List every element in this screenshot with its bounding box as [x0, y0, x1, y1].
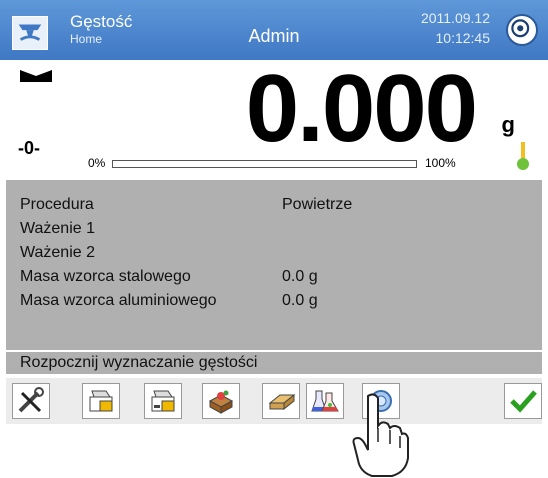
- status-message: Rozpocznij wyznaczanie gęstości: [6, 352, 542, 374]
- row-label: Procedura: [20, 196, 94, 213]
- balance-screen: Gęstość Home Admin 2011.09.12 10:12:45 0…: [0, 0, 548, 478]
- stability-icon: [20, 70, 52, 82]
- row-label: Ważenie 2: [20, 244, 95, 261]
- bar-min-label: 0%: [88, 156, 106, 170]
- header-bar: Gęstość Home Admin 2011.09.12 10:12:45: [0, 0, 548, 60]
- pointing-hand-icon: [352, 393, 409, 477]
- row-label: Masa wzorca aluminiowego: [20, 292, 217, 309]
- footer-print-button[interactable]: [144, 383, 182, 419]
- row-value: 0.0 g: [282, 292, 318, 309]
- zero-indicator: -0-: [18, 138, 40, 158]
- weighing-display: 0.000 g -0- 0% 100%: [0, 55, 548, 180]
- weight-unit: g: [501, 112, 515, 137]
- ok-button[interactable]: [504, 383, 542, 419]
- tools-icon: [18, 387, 44, 413]
- settings-button[interactable]: [12, 383, 50, 419]
- function-toolbar: [6, 378, 542, 424]
- flasks-icon: [311, 390, 339, 412]
- row-value: Powietrze: [282, 196, 353, 213]
- weight-value: 0.000: [245, 55, 478, 162]
- date-label: 2011.09.12: [420, 10, 490, 26]
- bar-max-label: 100%: [425, 156, 456, 170]
- procedure-panel: Procedura Powietrze Ważenie 1 Ważenie 2 …: [6, 180, 542, 350]
- row-label: Masa wzorca stalowego: [20, 268, 191, 285]
- load-bar: [112, 160, 417, 168]
- density-method-button[interactable]: [306, 383, 344, 419]
- header-print-button[interactable]: [82, 383, 120, 419]
- eraser-icon: [268, 393, 296, 411]
- print-footer-icon: [151, 390, 175, 412]
- power-icon: [511, 19, 530, 38]
- sample-icon: [208, 390, 234, 414]
- sample-button[interactable]: [202, 383, 240, 419]
- time-label: 10:12:45: [435, 30, 491, 46]
- level-indicator-icon: [517, 142, 529, 170]
- power-button[interactable]: [506, 14, 538, 46]
- print-header-icon: [89, 390, 113, 412]
- erase-button[interactable]: [262, 383, 300, 419]
- row-label: Ważenie 1: [20, 220, 95, 237]
- checkmark-icon: [510, 390, 537, 413]
- row-value: 0.0 g: [282, 268, 318, 285]
